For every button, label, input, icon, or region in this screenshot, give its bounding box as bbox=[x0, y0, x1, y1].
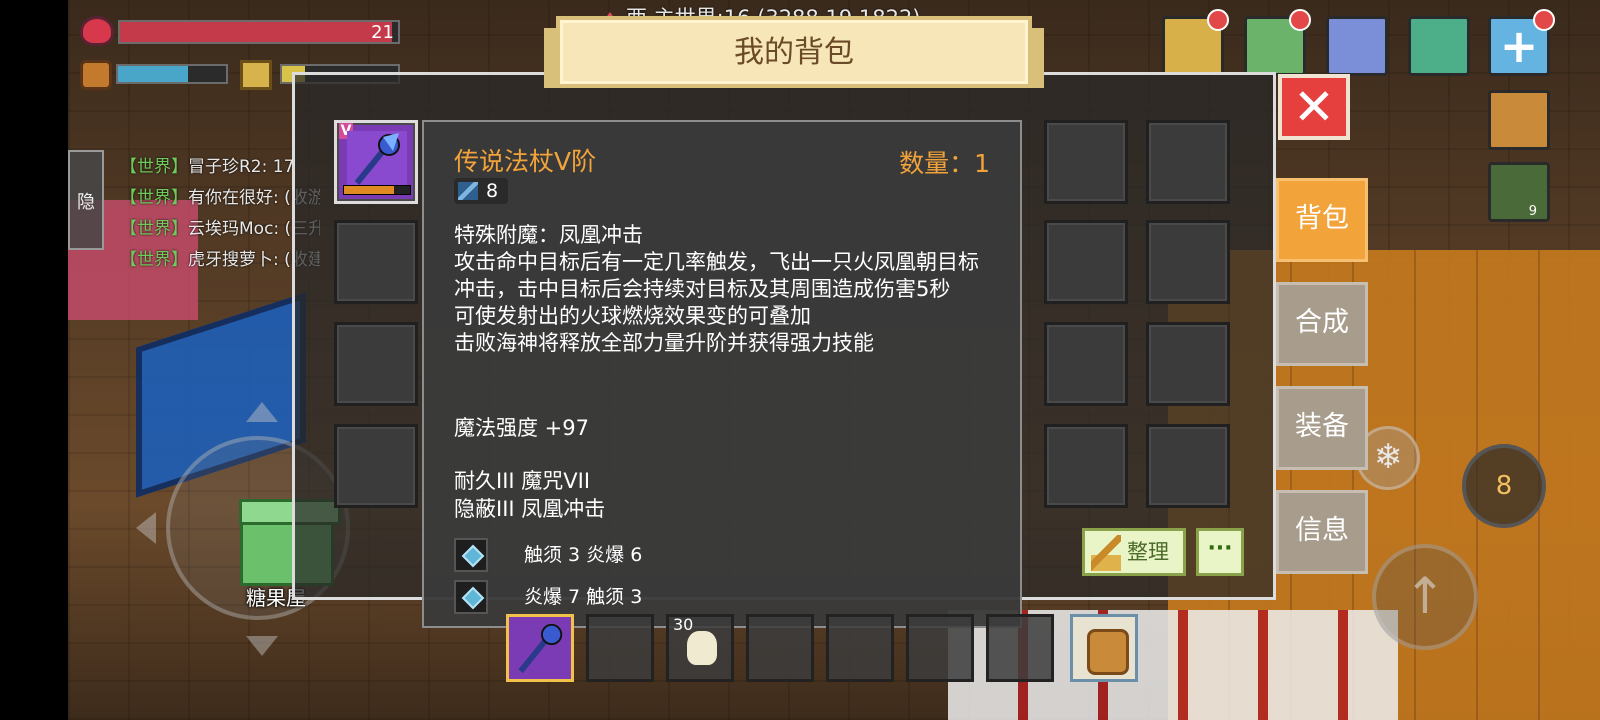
attack-stat: 8 bbox=[454, 178, 509, 204]
durability-bar-fill bbox=[344, 186, 394, 194]
joystick-down-arrow-icon bbox=[246, 636, 278, 656]
stamina-icon bbox=[240, 60, 272, 90]
more-options-button[interactable]: ··· bbox=[1196, 528, 1244, 576]
health-bar-fill bbox=[120, 22, 393, 42]
joystick-left-arrow-icon bbox=[136, 512, 156, 544]
screen-notch-bar bbox=[0, 0, 68, 720]
chat-line: 【世界】虎牙搜萝卜: (收建材 bbox=[120, 250, 320, 270]
tab-info[interactable]: 信息 bbox=[1276, 490, 1368, 574]
inventory-title-banner: 我的背包 bbox=[544, 16, 1044, 88]
hunger-bar-fill bbox=[118, 66, 189, 82]
attack-button[interactable]: 8 bbox=[1462, 444, 1546, 528]
hunger-bar bbox=[116, 64, 228, 84]
shop-button[interactable] bbox=[1408, 16, 1470, 76]
magic-staff-icon bbox=[518, 623, 563, 674]
hotbar-slot[interactable]: 30 bbox=[666, 614, 734, 682]
notification-dot bbox=[1289, 9, 1311, 31]
hotbar-slot[interactable] bbox=[826, 614, 894, 682]
health-bar: 21 bbox=[118, 20, 400, 44]
enchantments-line: 耐久III 魔咒VII bbox=[454, 469, 591, 493]
notification-dot bbox=[1533, 9, 1555, 31]
game-screen: 21 西 主世界:16 (3288,19,1822) 隐 【世界】冒子珍R2: … bbox=[0, 0, 1600, 720]
inventory-slot[interactable] bbox=[1044, 120, 1128, 204]
item-count: 30 bbox=[673, 615, 694, 634]
hotbar-slot[interactable] bbox=[746, 614, 814, 682]
inventory-slot[interactable] bbox=[1044, 220, 1128, 304]
notification-dot bbox=[1207, 9, 1229, 31]
chat-line: 【世界】云埃玛Moc: (三升界 bbox=[120, 219, 320, 239]
inventory-slot[interactable] bbox=[334, 322, 418, 406]
tab-backpack[interactable]: 背包 bbox=[1276, 178, 1368, 262]
close-button[interactable]: ✕ bbox=[1278, 74, 1350, 140]
inventory-slot[interactable] bbox=[334, 220, 418, 304]
add-button[interactable]: + bbox=[1488, 9, 1555, 76]
heart-icon bbox=[80, 16, 114, 46]
chat-line: 【世界】冒子珍R2: 17 bbox=[120, 157, 295, 177]
broom-icon bbox=[1091, 535, 1121, 571]
jump-button[interactable] bbox=[1372, 544, 1478, 650]
item-quantity: 数量：1 bbox=[899, 149, 990, 178]
map-button[interactable] bbox=[1244, 9, 1311, 76]
inventory-slot[interactable] bbox=[1044, 424, 1128, 508]
gem-icon bbox=[454, 538, 488, 572]
sword-icon bbox=[458, 182, 478, 200]
like-button[interactable]: 9 bbox=[1488, 162, 1550, 222]
inventory-slot[interactable] bbox=[334, 424, 418, 508]
health-value: 21 bbox=[371, 22, 394, 43]
hotbar-slot[interactable] bbox=[586, 614, 654, 682]
inventory-slot[interactable] bbox=[1146, 322, 1230, 406]
chat-button[interactable] bbox=[1326, 16, 1388, 76]
tab-crafting[interactable]: 合成 bbox=[1276, 282, 1368, 366]
tab-equipment[interactable]: 装备 bbox=[1276, 386, 1368, 470]
chat-log: 【世界】冒子珍R2: 17 【世界】有你在很好: (收游戏 【世界】云埃玛Moc… bbox=[120, 152, 320, 276]
close-icon: ✕ bbox=[1293, 78, 1335, 136]
joystick-up-arrow-icon bbox=[246, 402, 278, 422]
magic-staff-icon bbox=[347, 131, 407, 187]
hotbar-slot[interactable] bbox=[986, 614, 1054, 682]
durability-bar bbox=[343, 185, 411, 195]
hunger-icon bbox=[80, 60, 112, 90]
hotbar-slot[interactable] bbox=[906, 614, 974, 682]
ammo-count: 8 bbox=[1495, 471, 1513, 501]
inventory-title: 我的背包 bbox=[734, 35, 854, 70]
backpack-button[interactable] bbox=[1070, 614, 1138, 682]
magic-power-stat: 魔法强度 +97 bbox=[454, 416, 589, 440]
inventory-slot[interactable] bbox=[1146, 424, 1230, 508]
gem-stats: 炎爆 7 触须 3 bbox=[524, 586, 643, 608]
enchantments-line: 隐蔽III 凤凰冲击 bbox=[454, 497, 606, 521]
gem-stats: 触须 3 炎爆 6 bbox=[524, 544, 643, 566]
inventory-slot[interactable] bbox=[1146, 220, 1230, 304]
blocks-button[interactable] bbox=[1488, 90, 1550, 150]
item-tooltip: 传说法杖Ⅴ阶 数量：1 8 特殊附魔：凤凰冲击 攻击命中目标后有一定几率触发，飞… bbox=[422, 120, 1022, 628]
chat-hide-toggle[interactable]: 隐 bbox=[68, 150, 104, 250]
sort-button[interactable]: 整理 bbox=[1082, 528, 1186, 576]
inventory-slot[interactable] bbox=[1146, 120, 1230, 204]
item-description: 特殊附魔：凤凰冲击 攻击命中目标后有一定几率触发，飞出一只火凤凰朝目标冲击，击中… bbox=[454, 223, 979, 355]
inventory-slot[interactable] bbox=[1044, 322, 1128, 406]
gem-icon bbox=[454, 580, 488, 614]
chat-line: 【世界】有你在很好: (收游戏 bbox=[120, 188, 320, 208]
likes-count: 9 bbox=[1528, 204, 1537, 219]
inventory-slot-selected[interactable]: V bbox=[334, 120, 418, 204]
drumstick-icon bbox=[687, 631, 717, 665]
hotbar-slot-selected[interactable] bbox=[506, 614, 574, 682]
quest-notes-button[interactable] bbox=[1162, 9, 1229, 76]
item-name: 传说法杖Ⅴ阶 bbox=[454, 147, 597, 176]
